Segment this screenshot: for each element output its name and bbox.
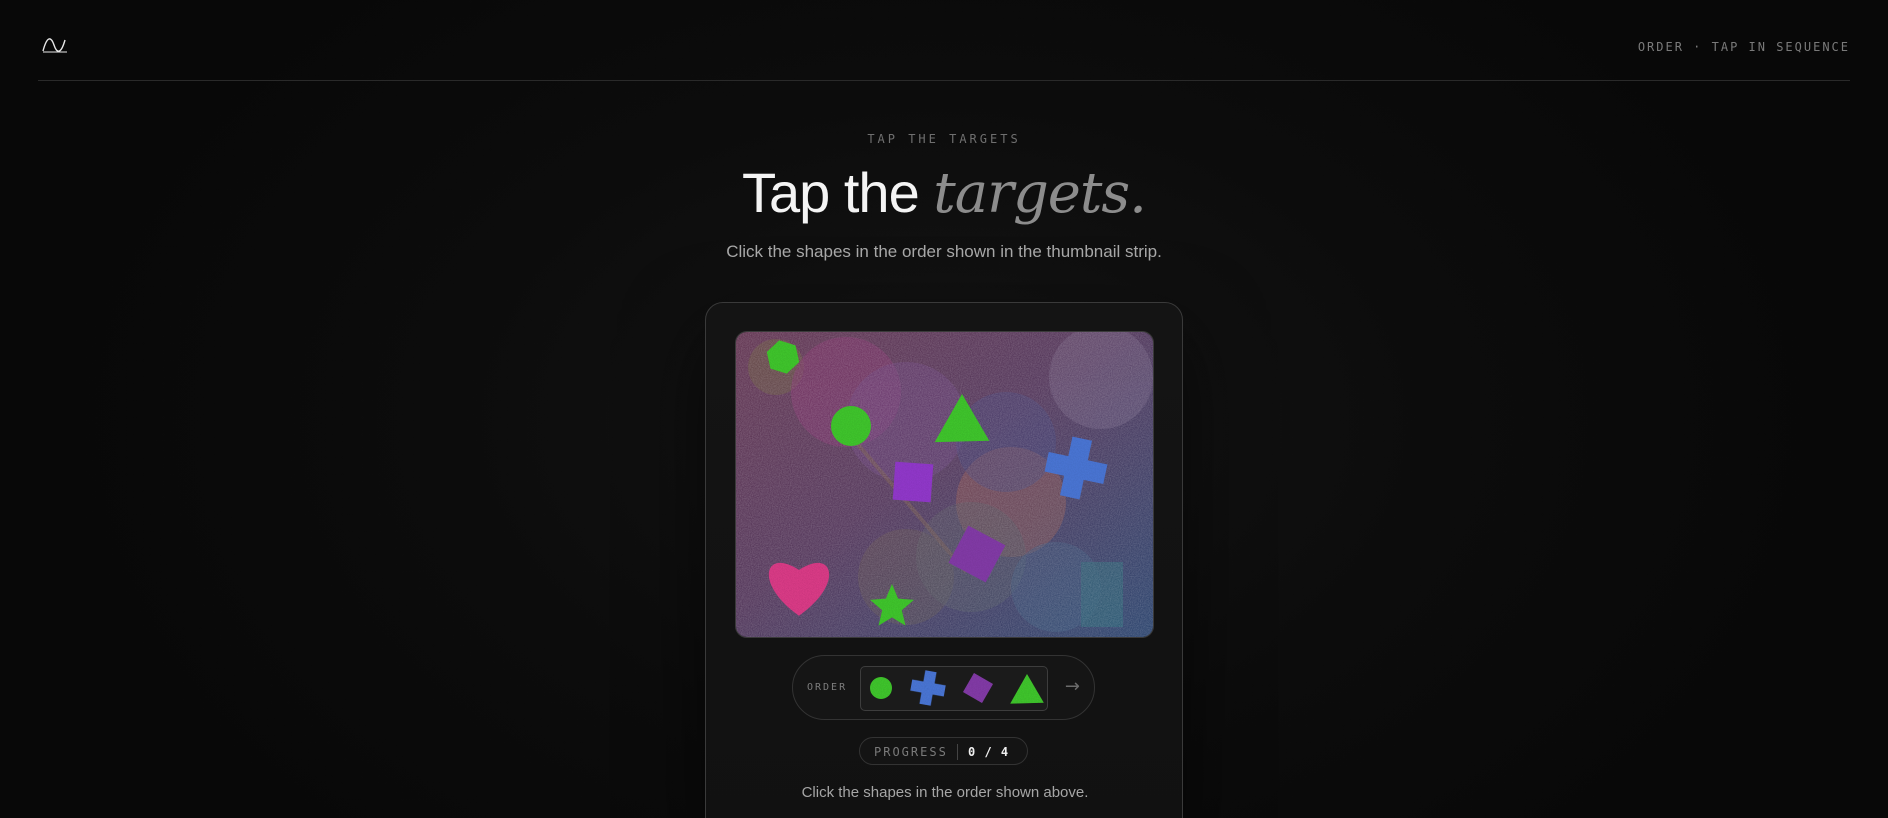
arrow-right-icon: → [1064,676,1080,697]
title-plain: Tap the [742,161,934,224]
page-subtitle: Click the shapes in the order shown in t… [726,242,1162,261]
challenge-card: ORDER → PROGRESS 0 / 4 Click the shapes … [705,302,1183,818]
order-label: ORDER [807,682,848,693]
mode-status: ORDER · TAP IN SEQUENCE [1637,40,1850,54]
progress-label: PROGRESS [874,745,948,759]
top-bar: ORDER · TAP IN SEQUENCE [38,0,1850,81]
circle-thumbnail [870,677,892,699]
progress-value: 0 / 4 [968,745,1010,759]
wave-logo-icon[interactable] [42,34,68,56]
instruction-hint: Click the shapes in the order shown abov… [801,784,1089,801]
purple-square-target[interactable] [892,461,934,503]
title-emphasis: targets. [933,161,1147,226]
progress-badge: PROGRESS 0 / 4 [859,737,1028,765]
cross-thumbnail [910,670,946,706]
challenge-canvas[interactable] [735,331,1154,638]
eyebrow-label: TAP THE TARGETS [867,132,1021,146]
thumbnail-strip [860,666,1048,711]
progress-divider [957,744,958,760]
page-title: Tap the targets. [0,160,1888,226]
green-circle-target[interactable] [831,406,871,446]
triangle-thumbnail [1010,674,1044,704]
diamond-thumbnail [962,672,994,704]
order-strip-panel: ORDER → [792,655,1095,720]
